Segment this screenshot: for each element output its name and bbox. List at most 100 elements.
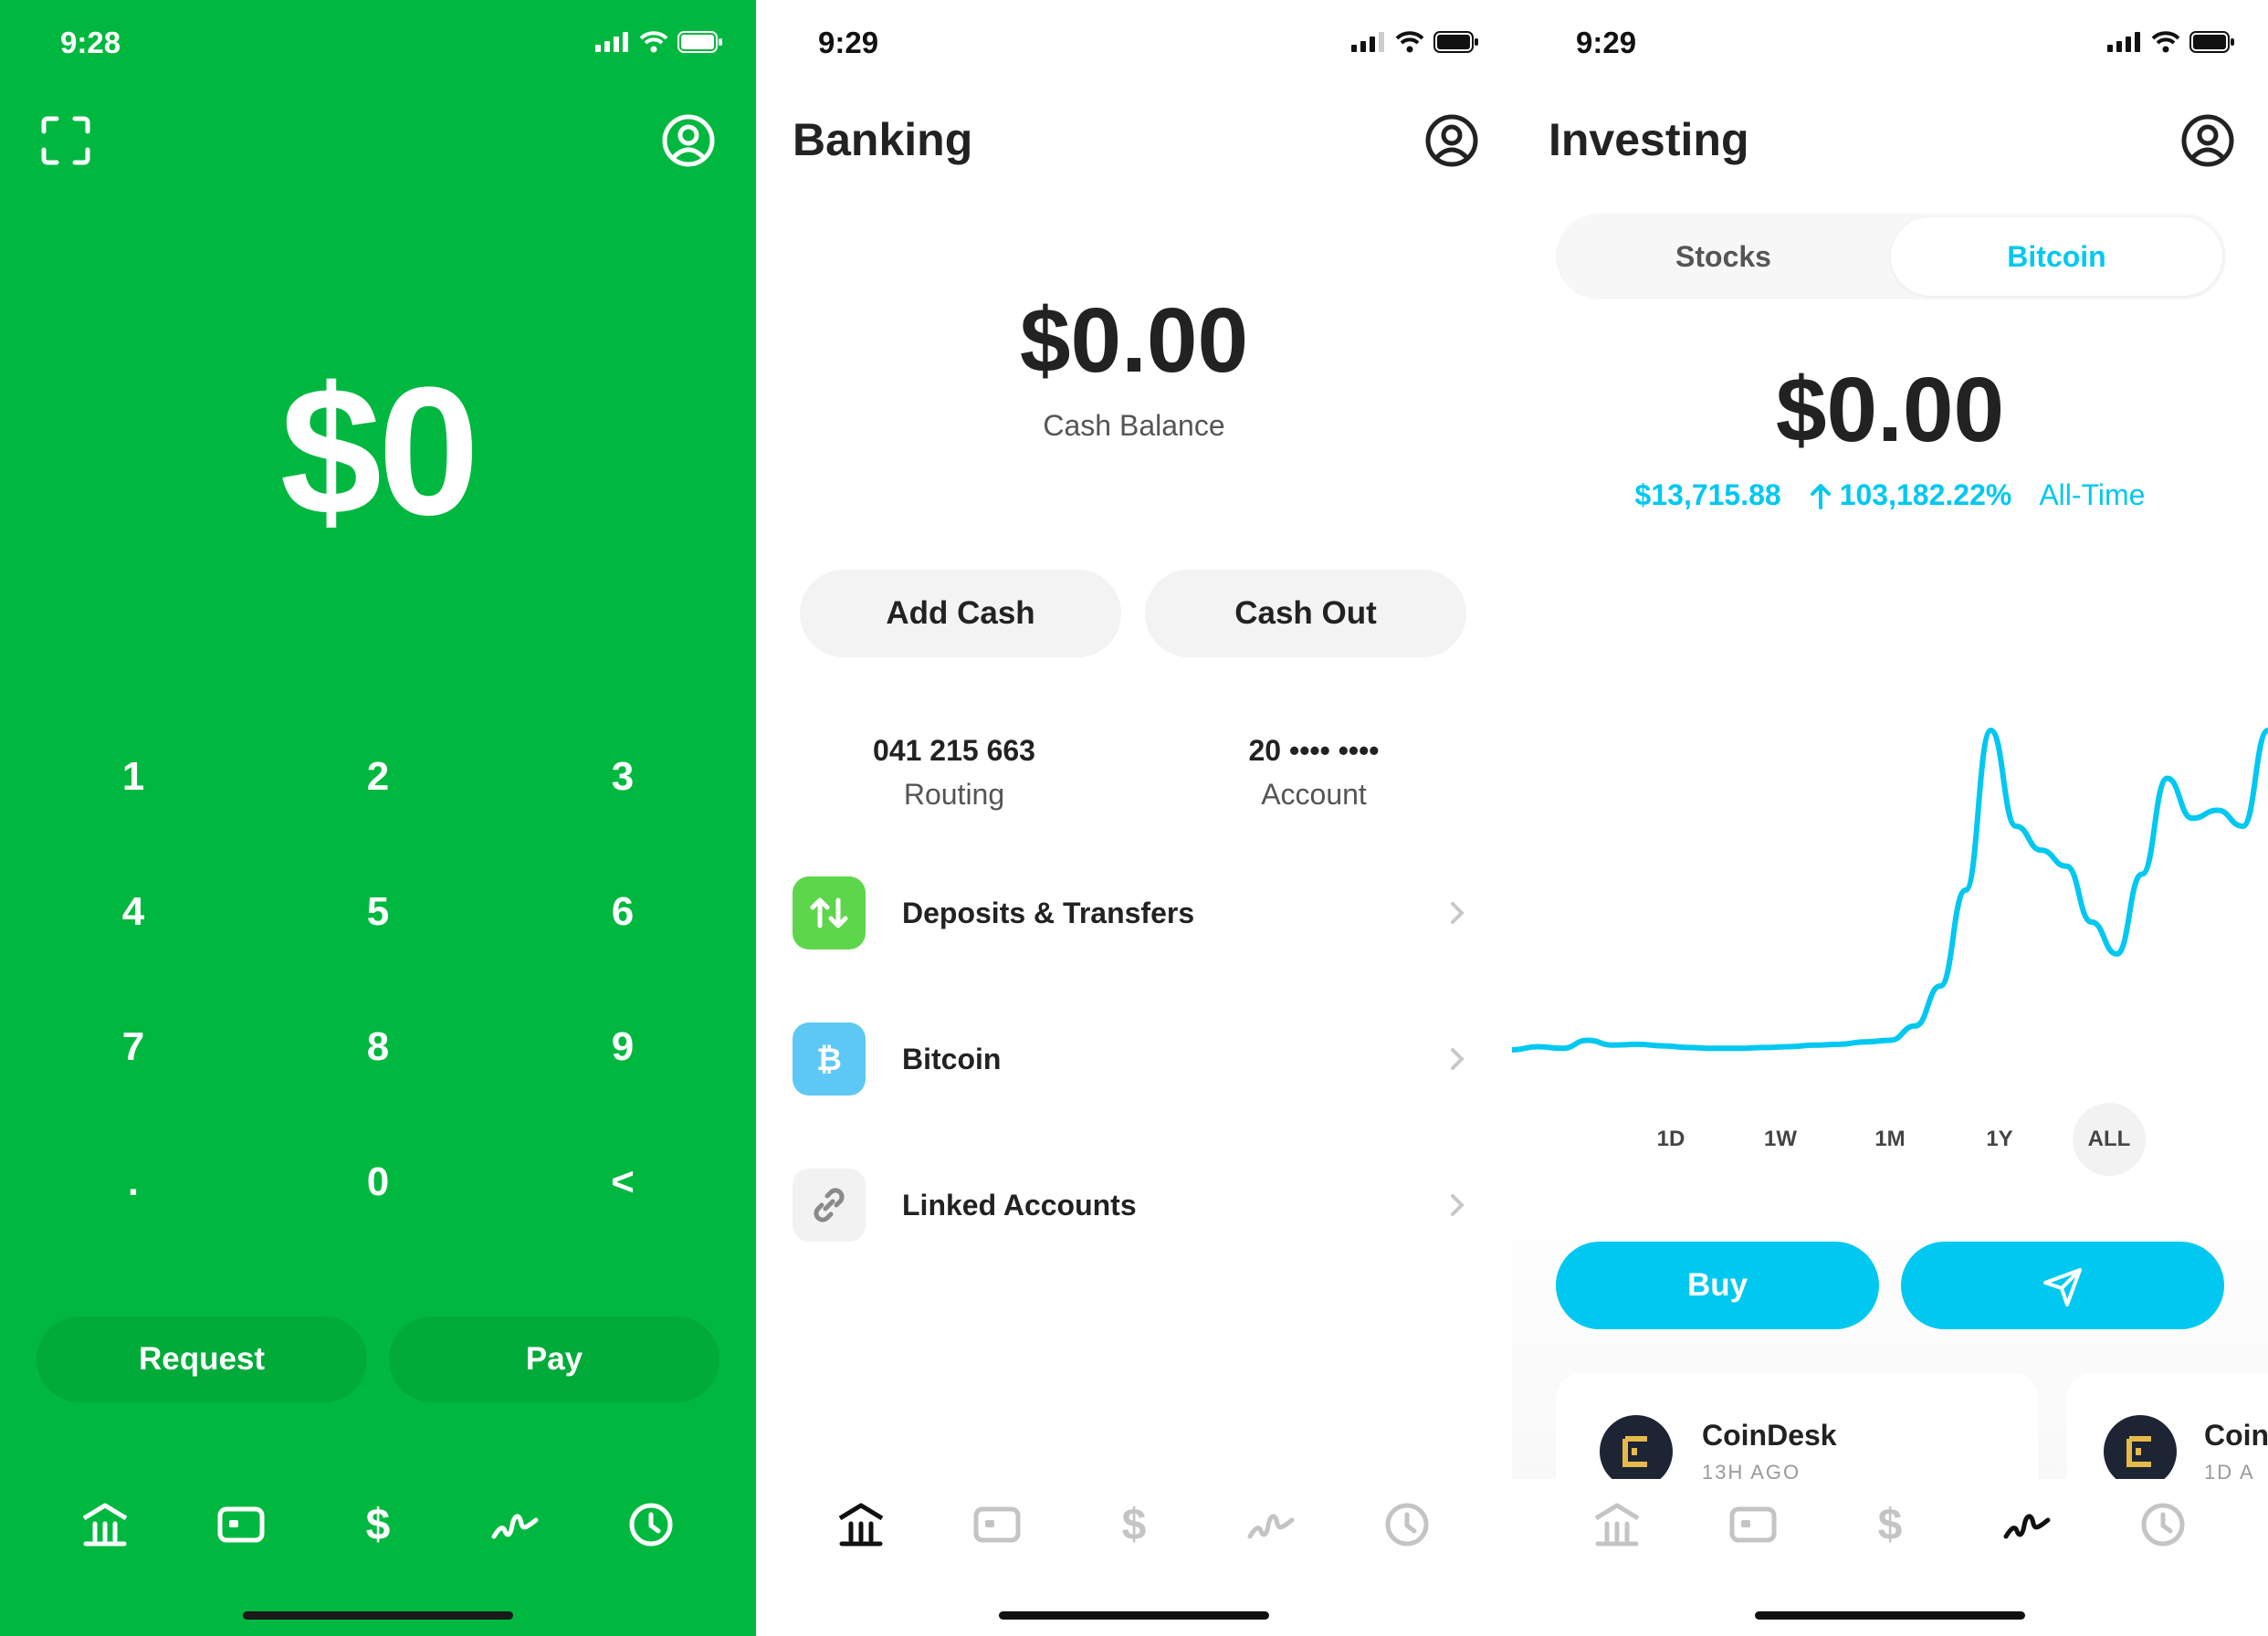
tab-cash[interactable]: $ [341, 1488, 415, 1561]
request-button[interactable]: Request [37, 1316, 367, 1402]
amount-display: $0 [279, 350, 479, 553]
arrow-up-icon [1810, 483, 1831, 509]
linked-accounts-row[interactable]: Linked Accounts [793, 1164, 1475, 1246]
tab-activity[interactable] [614, 1488, 688, 1561]
range-option[interactable]: 1D [1634, 1103, 1707, 1176]
tab-cash[interactable]: $ [1097, 1488, 1171, 1561]
wifi-icon [639, 31, 668, 53]
chevron-right-icon [1451, 1194, 1465, 1216]
dollar-icon: $ [1878, 1501, 1903, 1549]
bitcoin-row[interactable]: ₿ Bitcoin [793, 1018, 1475, 1100]
profile-icon[interactable] [1424, 113, 1479, 168]
keypad-key[interactable]: 2 [287, 754, 469, 800]
wifi-icon [1395, 31, 1424, 53]
range-option[interactable]: ALL [2073, 1103, 2146, 1176]
banking-screen: 9:29 Banking $0.00 Cash Balance Add Cash… [756, 0, 1512, 1636]
keypad-key[interactable]: 9 [531, 1024, 714, 1070]
cash-screen: 9:28 $0 1 2 3 4 5 6 7 8 9. 0 < Request Pay $ [0, 0, 756, 1636]
keypad-key[interactable]: 5 [287, 889, 469, 935]
tab-card[interactable] [1717, 1488, 1790, 1561]
transfer-arrows-icon [793, 876, 866, 949]
news-card[interactable]: CoinDesk 13H AGO [1556, 1373, 2038, 1481]
svg-text:$: $ [1122, 1501, 1147, 1549]
news-source: Coin [2204, 1419, 2268, 1452]
tab-card[interactable] [205, 1488, 278, 1561]
tab-banking[interactable] [1580, 1488, 1654, 1561]
tab-investing[interactable] [478, 1488, 551, 1561]
tab-investing[interactable] [1990, 1488, 2063, 1561]
profile-icon[interactable] [2180, 113, 2235, 168]
performance-row: $13,715.88 103,182.22% All-Time [1512, 478, 2268, 512]
send-button[interactable] [1901, 1242, 2224, 1329]
investing-squiggle-icon [491, 1514, 539, 1539]
keypad-key[interactable]: 4 [42, 889, 225, 935]
range-option[interactable]: 1W [1744, 1103, 1817, 1176]
clock-icon [2141, 1503, 2185, 1547]
tab-activity[interactable] [1370, 1488, 1444, 1561]
gain-period: All-Time [2039, 478, 2146, 511]
keypad-key[interactable]: 7 [42, 1024, 225, 1070]
range-option[interactable]: 1Y [1963, 1103, 2036, 1176]
tab-investing[interactable] [1234, 1488, 1307, 1561]
routing-number[interactable]: 041 215 663 [793, 734, 1116, 768]
clock-icon [1385, 1503, 1429, 1547]
row-label: Bitcoin [902, 1042, 1002, 1075]
keypad-key[interactable]: 8 [287, 1024, 469, 1070]
range-option[interactable]: 1M [1853, 1103, 1927, 1176]
chevron-right-icon [1451, 902, 1465, 924]
add-cash-button[interactable]: Add Cash [800, 570, 1121, 657]
buy-button[interactable]: Buy [1556, 1242, 1879, 1329]
svg-text:₿: ₿ [816, 1042, 842, 1078]
status-time: 9:28 [60, 26, 121, 59]
news-card[interactable]: Coin 1D A [2067, 1373, 2268, 1481]
battery-icon [677, 31, 722, 53]
chart-line [1512, 728, 2268, 1053]
tab-card[interactable] [961, 1488, 1034, 1561]
account-number[interactable]: 20 •••• •••• [1152, 734, 1475, 768]
news-time: 13H AGO [1702, 1461, 1801, 1481]
tab-activity[interactable] [2126, 1488, 2200, 1561]
pay-button[interactable]: Pay [389, 1316, 719, 1402]
tab-cash[interactable]: $ [1853, 1488, 1927, 1561]
profile-icon[interactable] [661, 113, 716, 168]
scan-qr-icon[interactable] [40, 115, 91, 166]
gain-percent-group: 103,182.22% [1809, 478, 2012, 512]
dollar-icon: $ [366, 1501, 391, 1549]
tab-bitcoin[interactable]: Bitcoin [1891, 217, 2222, 296]
cash-balance-amount: $0.00 [1019, 289, 1249, 392]
wifi-icon [2151, 31, 2180, 53]
keypad-key[interactable]: . [42, 1159, 225, 1205]
bank-icon [82, 1503, 128, 1547]
status-icons [595, 31, 723, 53]
deposits-transfers-row[interactable]: Deposits & Transfers [793, 872, 1475, 954]
investing-screen: 9:29 Investing Stocks Bitcoin $0.00 $13,… [1512, 0, 2268, 1636]
chevron-right-icon [1451, 1048, 1465, 1070]
row-label: Linked Accounts [902, 1188, 1137, 1222]
keypad-key[interactable]: 3 [531, 754, 714, 800]
coindesk-logo [1600, 1415, 1673, 1481]
keypad-key[interactable]: < [531, 1159, 714, 1205]
routing-label: Routing [903, 778, 1005, 811]
send-paper-plane-icon [2043, 1268, 2082, 1306]
cash-out-button[interactable]: Cash Out [1145, 570, 1466, 657]
signal-icon [2107, 32, 2140, 52]
tab-banking[interactable] [68, 1488, 142, 1561]
tab-bar: $ [1512, 1488, 2268, 1561]
cash-balance-label: Cash Balance [1043, 409, 1225, 442]
price-chart[interactable] [1512, 712, 2268, 1068]
svg-text:$: $ [1878, 1501, 1903, 1549]
keypad-key[interactable]: 6 [531, 889, 714, 935]
status-time: 9:29 [1576, 26, 1637, 59]
tab-banking[interactable] [824, 1488, 898, 1561]
card-icon [217, 1506, 265, 1543]
news-time: 1D A [2204, 1461, 2255, 1481]
card-icon [973, 1506, 1021, 1543]
tab-bar: $ [0, 1488, 756, 1561]
page-title: Investing [1549, 114, 1749, 165]
investing-squiggle-icon [2003, 1514, 2051, 1539]
tab-stocks[interactable]: Stocks [1556, 214, 1891, 299]
keypad-key[interactable]: 0 [287, 1159, 469, 1205]
keypad-key[interactable]: 1 [42, 754, 225, 800]
gain-percent: 103,182.22% [1839, 478, 2012, 511]
bitcoin-icon: ₿ [793, 1022, 866, 1096]
